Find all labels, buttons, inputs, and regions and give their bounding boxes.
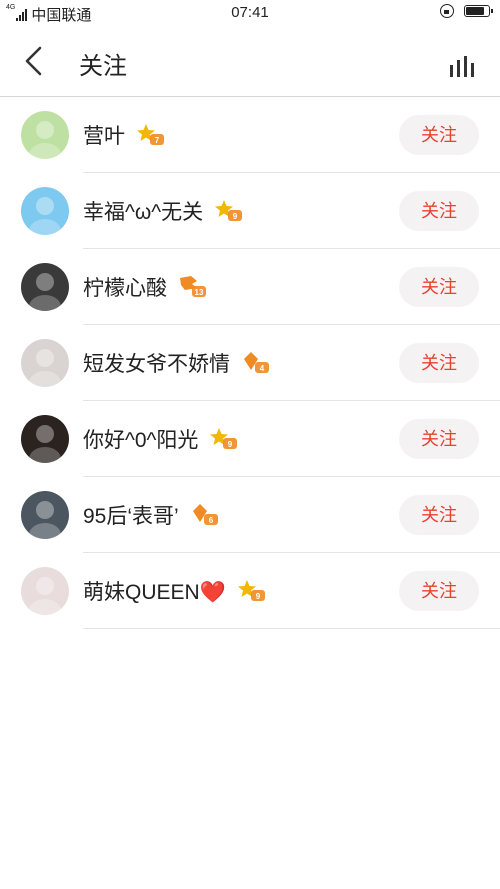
user-info: 营叶 7 — [83, 97, 165, 173]
user-info: 幸福^ω^无关 9 — [83, 173, 243, 249]
header: 关注 — [0, 26, 500, 97]
user-info: 95后‘表哥’ 6 — [83, 477, 219, 553]
avatar[interactable] — [21, 415, 69, 463]
follow-button[interactable]: 关注 — [399, 419, 479, 459]
avatar-image — [21, 415, 69, 463]
chevron-left-icon[interactable] — [18, 42, 52, 80]
status-bar: 4G 中国联通 07:41 — [0, 0, 500, 26]
flag-level-badge-icon: 13 — [180, 276, 206, 297]
list-item[interactable]: 幸福^ω^无关 9 关注 — [0, 173, 500, 249]
status-time: 07:41 — [231, 4, 269, 21]
user-name[interactable]: 幸福^ω^无关 — [83, 196, 203, 226]
status-right — [440, 4, 493, 18]
page-title: 关注 — [79, 53, 127, 80]
level-number: 9 — [228, 440, 233, 449]
star-level-badge-icon: 9 — [215, 200, 243, 221]
level-number: 7 — [155, 136, 160, 145]
follow-button[interactable]: 关注 — [399, 191, 479, 231]
battery-fill — [466, 7, 484, 15]
avatar-image — [21, 491, 69, 539]
level-number: 9 — [233, 212, 238, 221]
user-name[interactable]: 短发女爷不娇情 — [83, 348, 230, 378]
user-name[interactable]: 你好^0^阳光 — [83, 424, 198, 454]
avatar[interactable] — [21, 187, 69, 235]
level-number: 6 — [208, 516, 213, 525]
avatar[interactable] — [21, 567, 69, 615]
user-name[interactable]: 萌妹QUEEN❤️ — [83, 576, 226, 606]
level-number: 13 — [195, 288, 204, 297]
user-info: 萌妹QUEEN❤️ 9 — [83, 553, 266, 629]
avatar-image — [21, 187, 69, 235]
user-info: 你好^0^阳光 9 — [83, 401, 238, 477]
star-level-badge-icon: 9 — [210, 428, 238, 449]
list-item[interactable]: 营叶 7 关注 — [0, 97, 500, 173]
list-item[interactable]: 柠檬心酸 13 关注 — [0, 249, 500, 325]
follow-button[interactable]: 关注 — [399, 115, 479, 155]
list-item[interactable]: 短发女爷不娇情 4 关注 — [0, 325, 500, 401]
follow-button[interactable]: 关注 — [399, 267, 479, 307]
avatar-image — [21, 567, 69, 615]
list-item[interactable]: 你好^0^阳光 9 关注 — [0, 401, 500, 477]
level-number: 4 — [260, 364, 265, 373]
rotation-lock-icon — [440, 4, 454, 18]
diamond-level-badge-icon: 4 — [244, 352, 269, 373]
follow-button[interactable]: 关注 — [399, 343, 479, 383]
user-name[interactable]: 95后‘表哥’ — [83, 500, 179, 530]
follow-button[interactable]: 关注 — [399, 571, 479, 611]
user-name[interactable]: 营叶 — [83, 120, 125, 150]
battery-icon — [464, 5, 493, 17]
avatar[interactable] — [21, 491, 69, 539]
avatar[interactable] — [21, 111, 69, 159]
list-item[interactable]: 95后‘表哥’ 6 关注 — [0, 477, 500, 553]
bar-chart-icon[interactable] — [448, 56, 478, 78]
avatar[interactable] — [21, 339, 69, 387]
level-number: 9 — [256, 592, 261, 601]
list-item[interactable]: 萌妹QUEEN❤️ 9 关注 — [0, 553, 500, 629]
avatar-image — [21, 263, 69, 311]
user-info: 短发女爷不娇情 4 — [83, 325, 270, 401]
avatar-image — [21, 111, 69, 159]
star-level-badge-icon: 9 — [237, 580, 265, 601]
avatar[interactable] — [21, 263, 69, 311]
user-name[interactable]: 柠檬心酸 — [83, 272, 167, 302]
following-list: 营叶 7 关注 幸福^ω^无关 9 关注 柠檬心酸 13 关注 短发女爷不娇情 … — [0, 97, 500, 629]
star-level-badge-icon: 7 — [137, 124, 164, 145]
user-info: 柠檬心酸 13 — [83, 249, 207, 325]
diamond-level-badge-icon: 6 — [192, 504, 218, 525]
avatar-image — [21, 339, 69, 387]
follow-button[interactable]: 关注 — [399, 495, 479, 535]
